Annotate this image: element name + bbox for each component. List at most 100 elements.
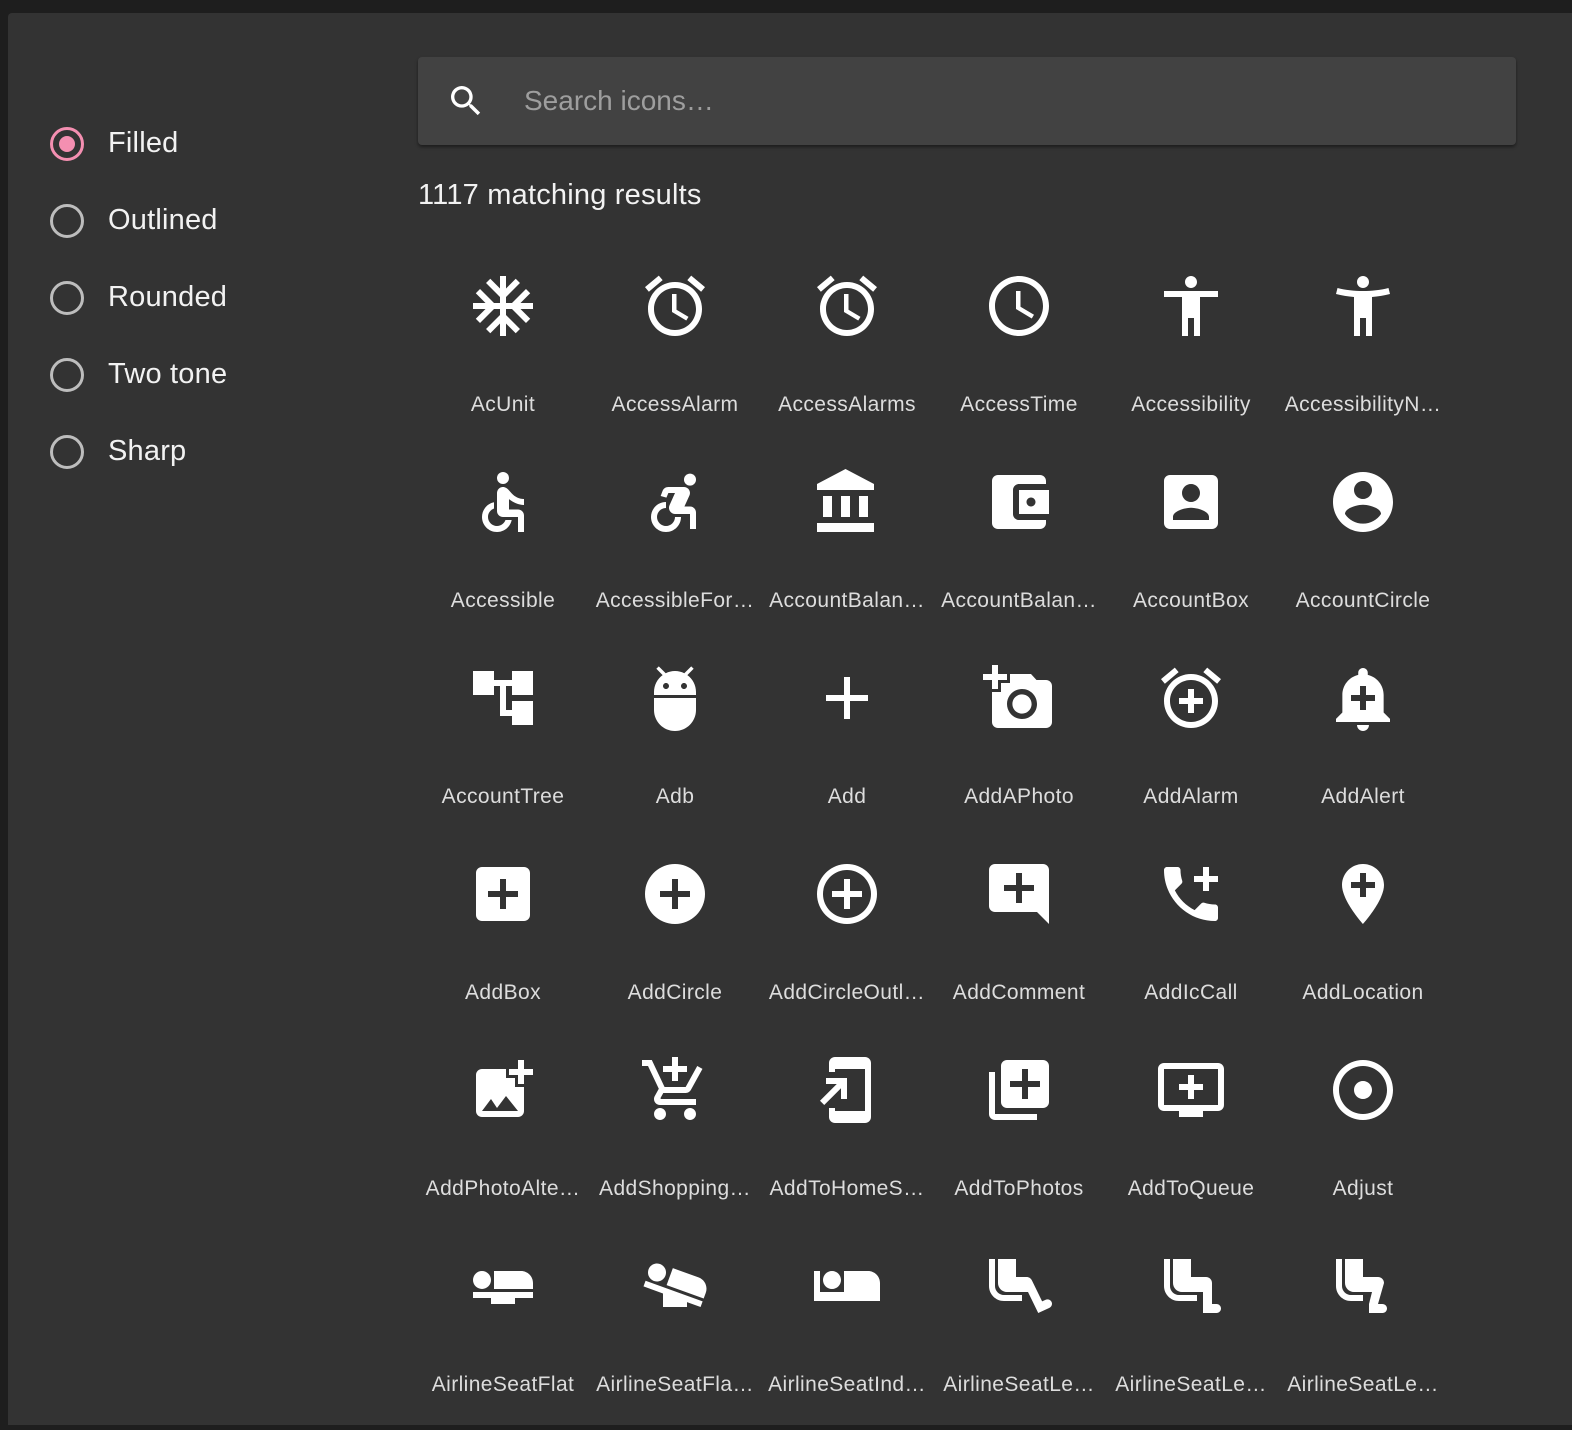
icon-tile-access-alarms[interactable]: AccessAlarms	[761, 254, 933, 450]
accessible-forward-icon	[639, 450, 711, 543]
icon-tile-add-to-queue[interactable]: AddToQueue	[1105, 1038, 1277, 1234]
account-balance-icon	[811, 450, 883, 543]
style-option-label: Rounded	[108, 281, 228, 313]
icon-tile-label: AccountBalan…	[941, 589, 1097, 612]
airline-seat-legroom-normal-icon	[1155, 1234, 1227, 1327]
icon-tile-add-alert[interactable]: AddAlert	[1277, 646, 1449, 842]
radio-outlined[interactable]	[50, 203, 84, 238]
icon-tile-label: AddShopping…	[599, 1177, 751, 1200]
icon-tile-label: AirlineSeatLe…	[1115, 1373, 1267, 1396]
icon-tile-account-circle[interactable]: AccountCircle	[1277, 450, 1449, 646]
icon-tile-account-balance[interactable]: AccountBalan…	[761, 450, 933, 646]
style-option-outlined[interactable]: Outlined	[50, 182, 227, 259]
icon-browser-panel: Filled Outlined Rounded Two tone Sharp 1…	[8, 13, 1572, 1425]
icon-tile-add-circle[interactable]: AddCircle	[589, 842, 761, 1038]
add-comment-icon	[983, 842, 1055, 935]
add-ic-call-icon	[1155, 842, 1227, 935]
icon-tile-label: Adjust	[1332, 1177, 1394, 1200]
icon-tile-airline-seat-legroom-extra[interactable]: AirlineSeatLe…	[933, 1234, 1105, 1430]
icon-tile-add-ic-call[interactable]: AddIcCall	[1105, 842, 1277, 1038]
icon-tile-access-alarm[interactable]: AccessAlarm	[589, 254, 761, 450]
icon-tile-label: AccessibilityN…	[1284, 393, 1442, 416]
style-option-two-tone[interactable]: Two tone	[50, 336, 227, 413]
add-icon	[811, 646, 883, 739]
icon-tile-label: AccessAlarm	[611, 393, 739, 416]
style-option-label: Outlined	[108, 204, 218, 236]
icon-tile-add-photo-alternate[interactable]: AddPhotoAlte…	[417, 1038, 589, 1234]
airline-seat-legroom-reduced-icon	[1327, 1234, 1399, 1327]
icon-tile-adjust[interactable]: Adjust	[1277, 1038, 1449, 1234]
search-icon	[446, 81, 486, 121]
icon-tile-account-tree[interactable]: AccountTree	[417, 646, 589, 842]
icon-tile-airline-seat-legroom-normal[interactable]: AirlineSeatLe…	[1105, 1234, 1277, 1430]
adjust-icon	[1327, 1038, 1399, 1131]
icon-tile-add-comment[interactable]: AddComment	[933, 842, 1105, 1038]
icon-tile-add-shopping-cart[interactable]: AddShopping…	[589, 1038, 761, 1234]
add-alarm-icon	[1155, 646, 1227, 739]
icon-tile-accessible-forward[interactable]: AccessibleFor…	[589, 450, 761, 646]
add-location-icon	[1327, 842, 1399, 935]
icon-tile-label: AccessAlarms	[778, 393, 916, 416]
style-option-sharp[interactable]: Sharp	[50, 413, 227, 490]
icon-tile-accessibility-new[interactable]: AccessibilityN…	[1277, 254, 1449, 450]
add-a-photo-icon	[983, 646, 1055, 739]
search-input[interactable]	[522, 84, 1516, 118]
icon-tile-label: AirlineSeatFla…	[596, 1373, 754, 1396]
icon-tile-label: Add	[827, 785, 867, 808]
add-circle-outline-icon	[811, 842, 883, 935]
icon-tile-add-a-photo[interactable]: AddAPhoto	[933, 646, 1105, 842]
add-alert-icon	[1327, 646, 1399, 739]
style-option-filled[interactable]: Filled	[50, 105, 227, 182]
icon-tile-accessibility[interactable]: Accessibility	[1105, 254, 1277, 450]
icon-tile-ac-unit[interactable]: AcUnit	[417, 254, 589, 450]
radio-filled[interactable]	[50, 126, 84, 161]
icon-tile-label: AirlineSeatInd…	[768, 1373, 926, 1396]
icon-tile-label: AddAPhoto	[964, 785, 1074, 808]
icon-tile-account-balance-wallet[interactable]: AccountBalan…	[933, 450, 1105, 646]
icon-tile-account-box[interactable]: AccountBox	[1105, 450, 1277, 646]
icon-tile-label: AccountCircle	[1295, 589, 1431, 612]
icon-tile-label: AddCircle	[627, 981, 723, 1004]
ac-unit-icon	[467, 254, 539, 347]
icon-grid: AcUnit AccessAlarm AccessAlarms AccessTime A…	[417, 254, 1449, 1430]
icon-tile-airline-seat-legroom-reduced[interactable]: AirlineSeatLe…	[1277, 1234, 1449, 1430]
add-photo-alternate-icon	[467, 1038, 539, 1131]
icon-tile-label: AddLocation	[1302, 981, 1424, 1004]
icon-tile-add-circle-outline[interactable]: AddCircleOutl…	[761, 842, 933, 1038]
icon-tile-airline-seat-flat-angled[interactable]: AirlineSeatFla…	[589, 1234, 761, 1430]
icon-tile-label: AddAlarm	[1143, 785, 1239, 808]
add-to-queue-icon	[1155, 1038, 1227, 1131]
icon-tile-label: AirlineSeatLe…	[1287, 1373, 1439, 1396]
icon-tile-label: AirlineSeatFlat	[431, 1373, 575, 1396]
add-to-home-screen-icon	[811, 1038, 883, 1131]
icon-tile-label: AirlineSeatLe…	[943, 1373, 1095, 1396]
icon-tile-label: AddAlert	[1321, 785, 1405, 808]
icon-tile-access-time[interactable]: AccessTime	[933, 254, 1105, 450]
icon-tile-add-alarm[interactable]: AddAlarm	[1105, 646, 1277, 842]
add-shopping-cart-icon	[639, 1038, 711, 1131]
add-to-photos-icon	[983, 1038, 1055, 1131]
style-option-rounded[interactable]: Rounded	[50, 259, 227, 336]
icon-tile-add[interactable]: Add	[761, 646, 933, 842]
radio-rounded[interactable]	[50, 280, 84, 315]
icon-tile-airline-seat-individual-suite[interactable]: AirlineSeatInd…	[761, 1234, 933, 1430]
style-option-label: Filled	[108, 127, 179, 159]
icon-tile-label: AddToHomeS…	[769, 1177, 925, 1200]
adb-icon	[639, 646, 711, 739]
icon-tile-label: AccountTree	[441, 785, 565, 808]
icon-tile-label: AddComment	[952, 981, 1086, 1004]
icon-tile-label: AddPhotoAlte…	[425, 1177, 581, 1200]
icon-tile-add-box[interactable]: AddBox	[417, 842, 589, 1038]
results-count: 1117 matching results	[418, 179, 702, 211]
icon-tile-adb[interactable]: Adb	[589, 646, 761, 842]
icon-tile-add-location[interactable]: AddLocation	[1277, 842, 1449, 1038]
icon-tile-add-to-photos[interactable]: AddToPhotos	[933, 1038, 1105, 1234]
radio-two-tone[interactable]	[50, 357, 84, 392]
account-box-icon	[1155, 450, 1227, 543]
radio-sharp[interactable]	[50, 434, 84, 469]
icon-tile-accessible[interactable]: Accessible	[417, 450, 589, 646]
icon-tile-label: Accessible	[450, 589, 556, 612]
access-alarms-icon	[811, 254, 883, 347]
icon-tile-add-to-home-screen[interactable]: AddToHomeS…	[761, 1038, 933, 1234]
icon-tile-airline-seat-flat[interactable]: AirlineSeatFlat	[417, 1234, 589, 1430]
